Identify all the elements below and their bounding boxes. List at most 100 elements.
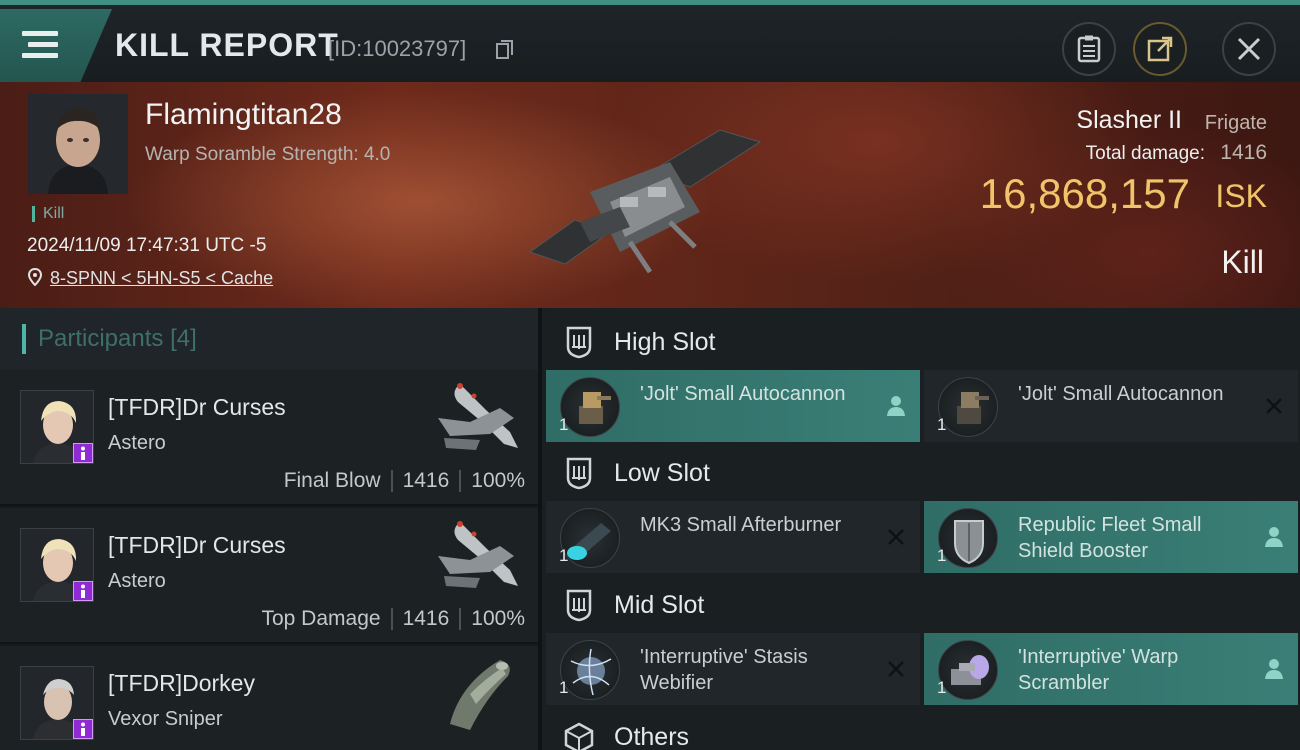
participant-damage: 1416 <box>402 607 450 630</box>
scram-strength: Warp Soramble Strength: 4.0 <box>145 144 391 165</box>
participant-stats: Final Blow 1416 100% <box>284 469 525 493</box>
participant-percent: 100% <box>471 607 525 630</box>
participant-ship-render <box>438 521 518 588</box>
high-slot-title: High Slot <box>614 328 716 356</box>
clipboard-button[interactable] <box>1062 22 1116 76</box>
low-slot-header: Low Slot <box>546 442 1300 504</box>
participants-title: Participants [4] <box>22 324 197 354</box>
participant-damage: 1416 <box>402 469 450 492</box>
autocannon-icon <box>938 377 998 437</box>
kill-tag: Kill <box>32 206 64 222</box>
divider <box>459 608 462 630</box>
module-item[interactable]: 1 'Interruptive' Warp Scrambler <box>924 633 1298 705</box>
close-icon <box>1237 37 1261 61</box>
module-name: 'Interruptive' Warp Scrambler <box>1018 646 1179 694</box>
low-slot-title: Low Slot <box>614 459 710 487</box>
participant-percent: 100% <box>471 469 525 492</box>
victim-avatar[interactable] <box>28 94 128 194</box>
divider <box>390 608 393 630</box>
participant-name: [TFDR]Dr Curses <box>108 394 286 420</box>
module-name: 'Jolt' Small Autocannon <box>640 383 846 405</box>
others-title: Others <box>614 723 690 750</box>
clipboard-icon <box>1077 35 1101 63</box>
participants-panel: Participants [4] [TFDR]Dr Curses Astero <box>0 308 538 750</box>
module-name: Republic Fleet Small Shield Booster <box>1018 514 1202 562</box>
menu-button[interactable] <box>0 9 112 83</box>
participant-ship: Astero <box>108 432 166 454</box>
others-header: Others <box>546 706 1300 750</box>
victim-name: Flamingtitan28 <box>145 98 342 131</box>
destroyed-x-icon <box>888 529 904 545</box>
slot-icon <box>566 457 592 490</box>
cube-icon <box>564 722 594 750</box>
stasis-webifier-icon <box>560 640 620 700</box>
destroyed-x-icon <box>1266 398 1282 414</box>
participant-ship-render <box>450 660 510 730</box>
divider <box>459 470 462 492</box>
participant-role: Top Damage <box>261 607 381 630</box>
module-quantity: 1 <box>559 546 569 565</box>
participant-name: [TFDR]Dorkey <box>108 670 255 696</box>
module-item[interactable]: 1 MK3 Small Afterburner <box>546 501 920 573</box>
isk-value: 16,868,157 <box>979 170 1190 217</box>
fitting-panel: High Slot 1 'Jolt' Small Autocannon 1 'J… <box>538 308 1300 750</box>
share-button[interactable] <box>1133 22 1187 76</box>
victim-summary: Flamingtitan28 Warp Soramble Strength: 4… <box>0 82 1300 308</box>
pilot-icon <box>73 719 93 739</box>
module-quantity: 1 <box>559 415 569 434</box>
participant-ship-render <box>438 383 518 450</box>
participant-avatar[interactable] <box>20 528 94 602</box>
report-id: [ID:10023797] <box>328 36 467 61</box>
participants-count: [4] <box>170 325 197 352</box>
module-item[interactable]: 1 'Interruptive' Stasis Webifier <box>546 633 920 705</box>
module-name: 'Jolt' Small Autocannon <box>1018 383 1224 405</box>
participant-name: [TFDR]Dr Curses <box>108 532 286 558</box>
participant-avatar[interactable] <box>20 666 94 740</box>
shield-booster-icon <box>938 508 998 568</box>
participant-stats: Top Damage 1416 100% <box>261 607 525 631</box>
module-name: MK3 Small Afterburner <box>640 514 842 536</box>
participants-header: Participants [4] <box>0 308 538 370</box>
participant-ship: Astero <box>108 570 166 592</box>
module-name: 'Interruptive' Stasis Webifier <box>640 646 808 694</box>
total-damage-value: 1416 <box>1220 141 1267 164</box>
warp-scrambler-icon <box>938 640 998 700</box>
location-link[interactable]: 8-SPNN < 5HN-S5 < Cache <box>50 268 273 289</box>
module-quantity: 1 <box>937 415 947 434</box>
top-bar: KILL REPORT [ID:10023797] <box>0 0 1300 83</box>
module-quantity: 1 <box>937 546 947 565</box>
victim-ship-render <box>528 129 762 274</box>
mid-slot-header: Mid Slot <box>546 574 1300 636</box>
participant-row[interactable]: [TFDR]Dr Curses Astero Top Damage 1416 1… <box>0 508 538 644</box>
total-damage-label: Total damage: <box>1085 143 1205 164</box>
participant-avatar[interactable] <box>20 390 94 464</box>
victim-portrait <box>28 94 128 194</box>
module-item[interactable]: 1 'Jolt' Small Autocannon <box>546 370 920 442</box>
slot-icon <box>566 326 592 359</box>
module-item[interactable]: 1 Republic Fleet Small Shield Booster <box>924 501 1298 573</box>
participant-row[interactable]: [TFDR]Dr Curses Astero Final Blow 1416 1… <box>0 370 538 506</box>
timestamp: 2024/11/09 17:47:31 UTC -5 <box>27 235 267 256</box>
autocannon-icon <box>560 377 620 437</box>
victim-ship-class: Frigate <box>1204 112 1267 134</box>
isk-unit: ISK <box>1215 178 1267 214</box>
copy-icon[interactable] <box>496 40 514 60</box>
dropped-pilot-icon <box>887 396 905 416</box>
dropped-pilot-icon <box>1265 659 1283 679</box>
outcome-label: Kill <box>1221 244 1264 280</box>
module-item[interactable]: 1 'Jolt' Small Autocannon <box>924 370 1298 442</box>
module-quantity: 1 <box>559 678 569 697</box>
victim-ship-name[interactable]: Slasher II <box>1076 106 1182 135</box>
participants-title-label: Participants <box>38 325 164 352</box>
participant-role: Final Blow <box>283 469 381 492</box>
afterburner-icon <box>560 508 620 568</box>
close-button[interactable] <box>1222 22 1276 76</box>
destroyed-x-icon <box>888 661 904 677</box>
share-icon <box>1147 36 1173 62</box>
page-title: KILL REPORT <box>115 27 339 63</box>
pilot-icon <box>73 443 93 463</box>
participant-row[interactable]: [TFDR]Dorkey Vexor Sniper <box>0 646 538 750</box>
location-pin-icon <box>28 268 42 286</box>
module-quantity: 1 <box>937 678 947 697</box>
pilot-icon <box>73 581 93 601</box>
